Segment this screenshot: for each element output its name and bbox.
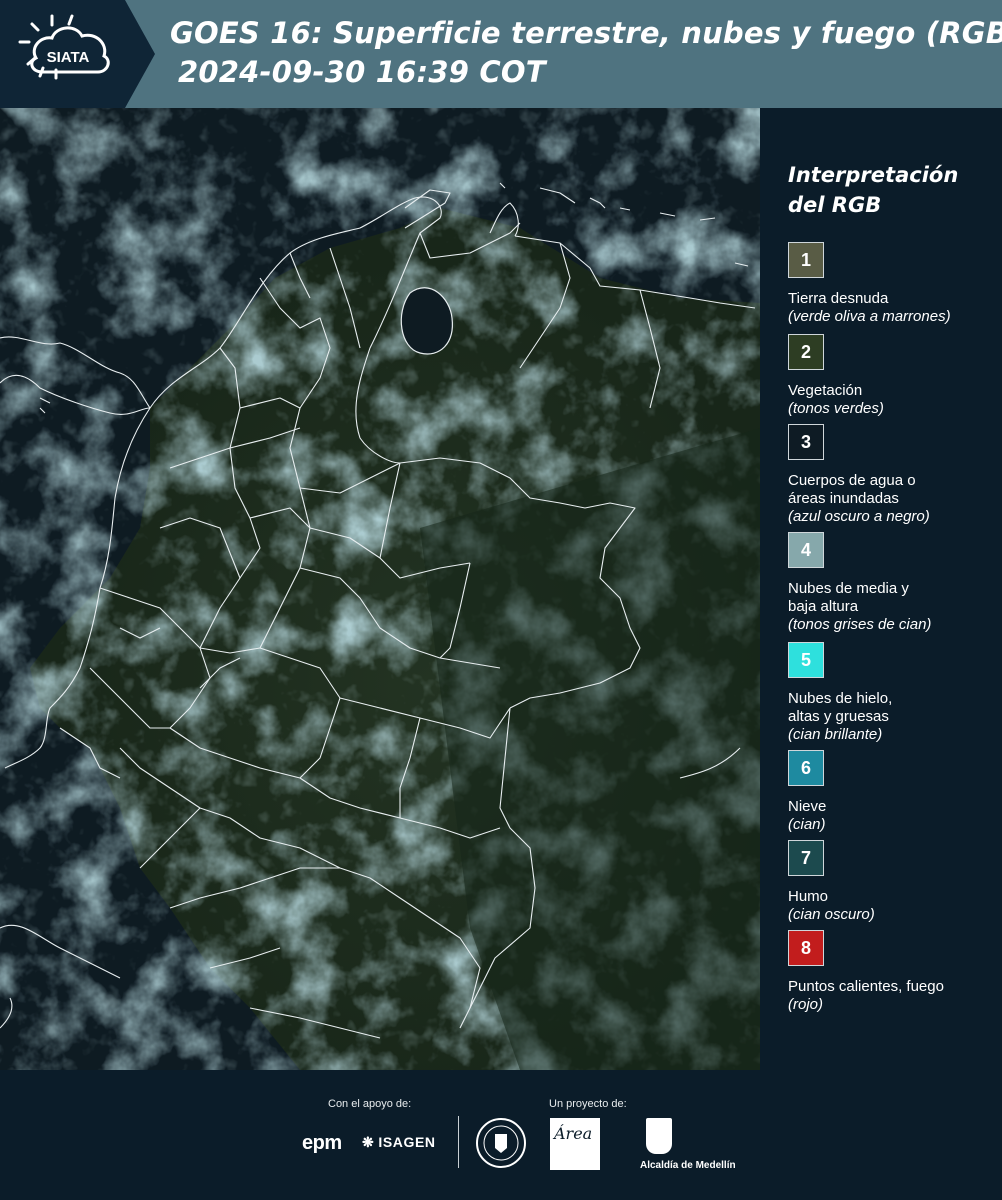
isagen-text: ISAGEN (378, 1134, 436, 1150)
legend-sublabel: (rojo) (788, 996, 824, 1013)
legend-label: Cuerpos de agua o áreas inundadas (788, 472, 998, 508)
legend-item-smoke: 7 Humo (cian oscuro) (788, 840, 998, 924)
university-seal-icon (476, 1118, 526, 1168)
map-svg (0, 108, 760, 1070)
legend-title-line-1: Interpretación (788, 163, 959, 187)
legend-item-bare-soil: 1 Tierra desnuda (verde oliva a marrones… (788, 242, 998, 326)
legend-label: Tierra desnuda (788, 290, 889, 307)
legend-label: Humo (788, 888, 829, 905)
legend-label-line-2: áreas inundadas (788, 490, 899, 507)
legend-sublabel: (verde oliva a marrones) (788, 308, 951, 325)
swatch-1: 1 (788, 242, 824, 278)
legend-item-ice-clouds: 5 Nubes de hielo, altas y gruesas (cian … (788, 642, 998, 744)
legend-label: Nubes de hielo, altas y gruesas (788, 690, 998, 726)
legend-panel: Interpretación del RGB 1 Tierra desnuda … (772, 108, 1002, 1070)
title-line-1: GOES 16: Superficie terrestre, nubes y f… (170, 16, 1002, 50)
legend-sublabel: (cian brillante) (788, 726, 883, 743)
logo-text: SIATA (47, 49, 90, 66)
medellin-shield-icon (646, 1118, 672, 1154)
swatch-3: 3 (788, 424, 824, 460)
support-caption: Con el apoyo de: (328, 1098, 412, 1110)
legend-label: Nieve (788, 798, 827, 815)
legend-label-line-1: Nubes de media y (788, 580, 909, 597)
swatch-5: 5 (788, 642, 824, 678)
header: SIATA GOES 16: Superficie terrestre, nub… (0, 0, 1002, 108)
legend-sublabel: (azul oscuro a negro) (788, 508, 930, 525)
legend-item-fire: 8 Puntos calientes, fuego (rojo) (788, 930, 998, 1014)
legend-item-water: 3 Cuerpos de agua o áreas inundadas (azu… (788, 424, 998, 526)
legend-item-snow: 6 Nieve (cian) (788, 750, 998, 834)
legend-item-vegetation: 2 Vegetación (tonos verdes) (788, 334, 998, 418)
legend-label: Vegetación (788, 382, 863, 399)
legend-label-line-1: Cuerpos de agua o (788, 472, 916, 489)
isagen-icon: ❋ (362, 1134, 375, 1150)
legend-label: Puntos calientes, fuego (788, 978, 944, 995)
legend-sublabel: (cian oscuro) (788, 906, 875, 923)
siata-logo: SIATA (18, 14, 110, 80)
legend-title-line-2: del RGB (788, 193, 882, 217)
area-logo-text: Área (554, 1124, 593, 1143)
swatch-2: 2 (788, 334, 824, 370)
footer-divider (458, 1116, 459, 1168)
isagen-logo: ❋ ISAGEN (362, 1134, 436, 1151)
swatch-6: 6 (788, 750, 824, 786)
legend-label-line-1: Nubes de hielo, (788, 690, 893, 707)
legend-sublabel: (tonos verdes) (788, 400, 884, 417)
legend-label: Nubes de media y baja altura (788, 580, 998, 616)
legend-sublabel: (cian) (788, 816, 826, 833)
legend-title: Interpretación del RGB (788, 160, 988, 220)
epm-logo: epm (302, 1132, 342, 1154)
legend-label-line-2: altas y gruesas (788, 708, 889, 725)
swatch-8: 8 (788, 930, 824, 966)
swatch-7: 7 (788, 840, 824, 876)
project-caption: Un proyecto de: (549, 1098, 627, 1110)
medellin-text: Alcaldía de Medellín (640, 1160, 736, 1171)
area-metropolitana-logo: Área (550, 1118, 600, 1170)
legend-sublabel: (tonos grises de cian) (788, 616, 932, 633)
swatch-4: 4 (788, 532, 824, 568)
satellite-map[interactable] (0, 108, 760, 1070)
title-line-2: 2024-09-30 16:39 COT (178, 55, 546, 89)
legend-label-line-2: baja altura (788, 598, 859, 615)
footer: Con el apoyo de: Un proyecto de: epm ❋ IS… (0, 1070, 1002, 1200)
legend-item-mid-low-clouds: 4 Nubes de media y baja altura (tonos gr… (788, 532, 998, 634)
